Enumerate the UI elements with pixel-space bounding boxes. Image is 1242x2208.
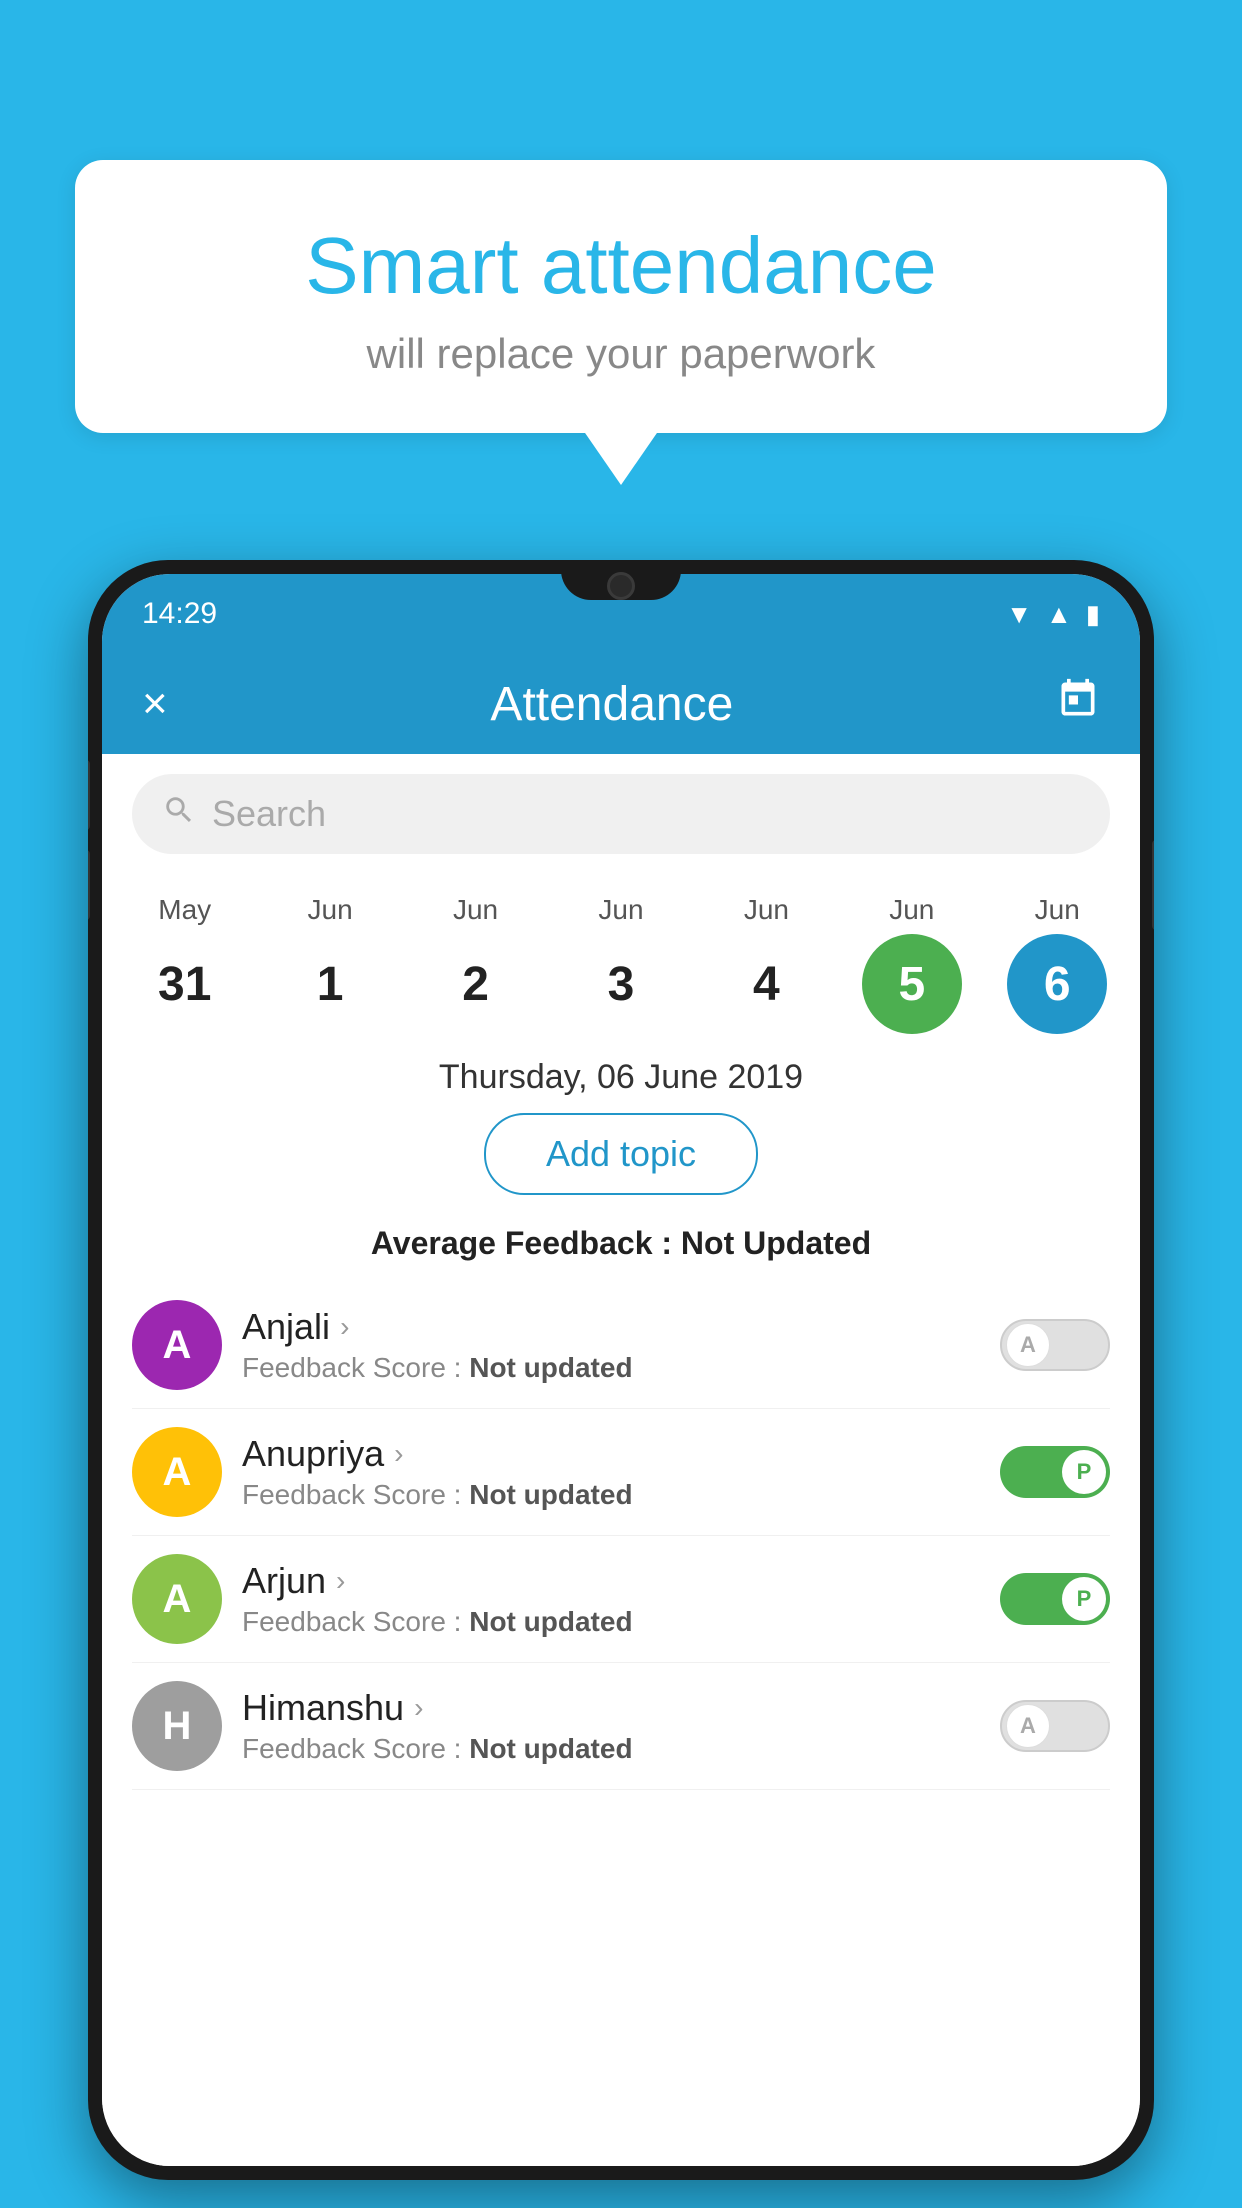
- speech-title: Smart attendance: [125, 220, 1117, 312]
- speech-bubble: Smart attendance will replace your paper…: [75, 160, 1167, 433]
- phone-wrapper: 14:29 ▼ ▲ ▮ × Attendance: [88, 560, 1154, 2208]
- student-feedback: Feedback Score : Not updated: [242, 1733, 980, 1765]
- status-time: 14:29: [142, 597, 217, 631]
- calendar-day[interactable]: Jun 6: [992, 894, 1122, 1034]
- cal-day-number: 1: [280, 934, 380, 1034]
- student-avatar: A: [132, 1554, 222, 1644]
- cal-day-number: 6: [1007, 934, 1107, 1034]
- avg-feedback-value: Not Updated: [681, 1225, 871, 1261]
- close-button[interactable]: ×: [142, 679, 168, 729]
- toggle-knob: P: [1062, 1577, 1106, 1621]
- student-avatar: A: [132, 1427, 222, 1517]
- signal-icon: ▲: [1046, 599, 1072, 630]
- chevron-right-icon: ›: [414, 1692, 423, 1724]
- cal-month-label: Jun: [889, 894, 934, 926]
- attendance-toggle[interactable]: P: [1000, 1446, 1110, 1498]
- cal-day-number: 4: [716, 934, 816, 1034]
- calendar-day[interactable]: May 31: [120, 894, 250, 1034]
- volume-down-button: [88, 850, 90, 920]
- cal-month-label: Jun: [1035, 894, 1080, 926]
- student-info: Anjali › Feedback Score : Not updated: [222, 1306, 1000, 1384]
- chevron-right-icon: ›: [394, 1438, 403, 1470]
- toggle-knob: P: [1062, 1450, 1106, 1494]
- cal-month-label: Jun: [744, 894, 789, 926]
- attendance-toggle[interactable]: P: [1000, 1573, 1110, 1625]
- student-name: Anupriya ›: [242, 1433, 980, 1475]
- student-item[interactable]: A Arjun › Feedback Score : Not updated P: [132, 1536, 1110, 1663]
- app-title: Attendance: [490, 677, 733, 732]
- chevron-right-icon: ›: [340, 1311, 349, 1343]
- calendar-day[interactable]: Jun 1: [265, 894, 395, 1034]
- cal-day-number: 3: [571, 934, 671, 1034]
- student-feedback: Feedback Score : Not updated: [242, 1479, 980, 1511]
- toggle-knob: A: [1006, 1704, 1050, 1748]
- student-avatar: A: [132, 1300, 222, 1390]
- calendar-day[interactable]: Jun 3: [556, 894, 686, 1034]
- phone-screen: 14:29 ▼ ▲ ▮ × Attendance: [102, 574, 1140, 2166]
- student-info: Himanshu › Feedback Score : Not updated: [222, 1687, 1000, 1765]
- search-placeholder: Search: [212, 793, 326, 835]
- cal-month-label: Jun: [308, 894, 353, 926]
- toggle-knob: A: [1006, 1323, 1050, 1367]
- student-info: Arjun › Feedback Score : Not updated: [222, 1560, 1000, 1638]
- search-bar[interactable]: Search: [132, 774, 1110, 854]
- calendar-day[interactable]: Jun 4: [701, 894, 831, 1034]
- avg-feedback-prefix: Average Feedback :: [371, 1225, 681, 1261]
- power-button: [1152, 840, 1154, 930]
- student-item[interactable]: A Anupriya › Feedback Score : Not updated P: [132, 1409, 1110, 1536]
- student-avatar: H: [132, 1681, 222, 1771]
- battery-icon: ▮: [1086, 599, 1100, 630]
- front-camera: [607, 572, 635, 600]
- student-feedback: Feedback Score : Not updated: [242, 1352, 980, 1384]
- student-item[interactable]: A Anjali › Feedback Score : Not updated A: [132, 1282, 1110, 1409]
- cal-day-number: 2: [426, 934, 526, 1034]
- student-list: AAnjali ›Feedback Score : Not updatedAAA…: [102, 1282, 1140, 1790]
- calendar-day[interactable]: Jun 5: [847, 894, 977, 1034]
- app-header: × Attendance: [102, 654, 1140, 754]
- add-topic-button[interactable]: Add topic: [484, 1113, 758, 1195]
- cal-day-number: 31: [135, 934, 235, 1034]
- search-icon: [162, 793, 196, 836]
- speech-subtitle: will replace your paperwork: [125, 330, 1117, 378]
- avg-feedback: Average Feedback : Not Updated: [102, 1205, 1140, 1282]
- calendar-icon[interactable]: [1056, 677, 1100, 731]
- chevron-right-icon: ›: [336, 1565, 345, 1597]
- speech-bubble-wrapper: Smart attendance will replace your paper…: [75, 160, 1167, 433]
- phone-content: Search May 31 Jun 1 Jun 2 Jun 3 Jun 4 Jun 5 Jun 6 Thu…: [102, 754, 1140, 2166]
- student-name: Arjun ›: [242, 1560, 980, 1602]
- phone-device: 14:29 ▼ ▲ ▮ × Attendance: [88, 560, 1154, 2180]
- phone-notch: [561, 560, 681, 600]
- cal-month-label: Jun: [598, 894, 643, 926]
- student-name: Himanshu ›: [242, 1687, 980, 1729]
- cal-month-label: May: [158, 894, 211, 926]
- calendar-day[interactable]: Jun 2: [411, 894, 541, 1034]
- cal-month-label: Jun: [453, 894, 498, 926]
- student-info: Anupriya › Feedback Score : Not updated: [222, 1433, 1000, 1511]
- student-name: Anjali ›: [242, 1306, 980, 1348]
- attendance-toggle[interactable]: A: [1000, 1319, 1110, 1371]
- attendance-toggle[interactable]: A: [1000, 1700, 1110, 1752]
- student-feedback: Feedback Score : Not updated: [242, 1606, 980, 1638]
- wifi-icon: ▼: [1006, 599, 1032, 630]
- student-item[interactable]: H Himanshu › Feedback Score : Not updated A: [132, 1663, 1110, 1790]
- selected-date-label: Thursday, 06 June 2019: [102, 1034, 1140, 1113]
- cal-day-number: 5: [862, 934, 962, 1034]
- calendar-row: May 31 Jun 1 Jun 2 Jun 3 Jun 4 Jun 5 Jun 6: [102, 874, 1140, 1034]
- volume-up-button: [88, 760, 90, 830]
- status-icons: ▼ ▲ ▮: [1006, 599, 1100, 630]
